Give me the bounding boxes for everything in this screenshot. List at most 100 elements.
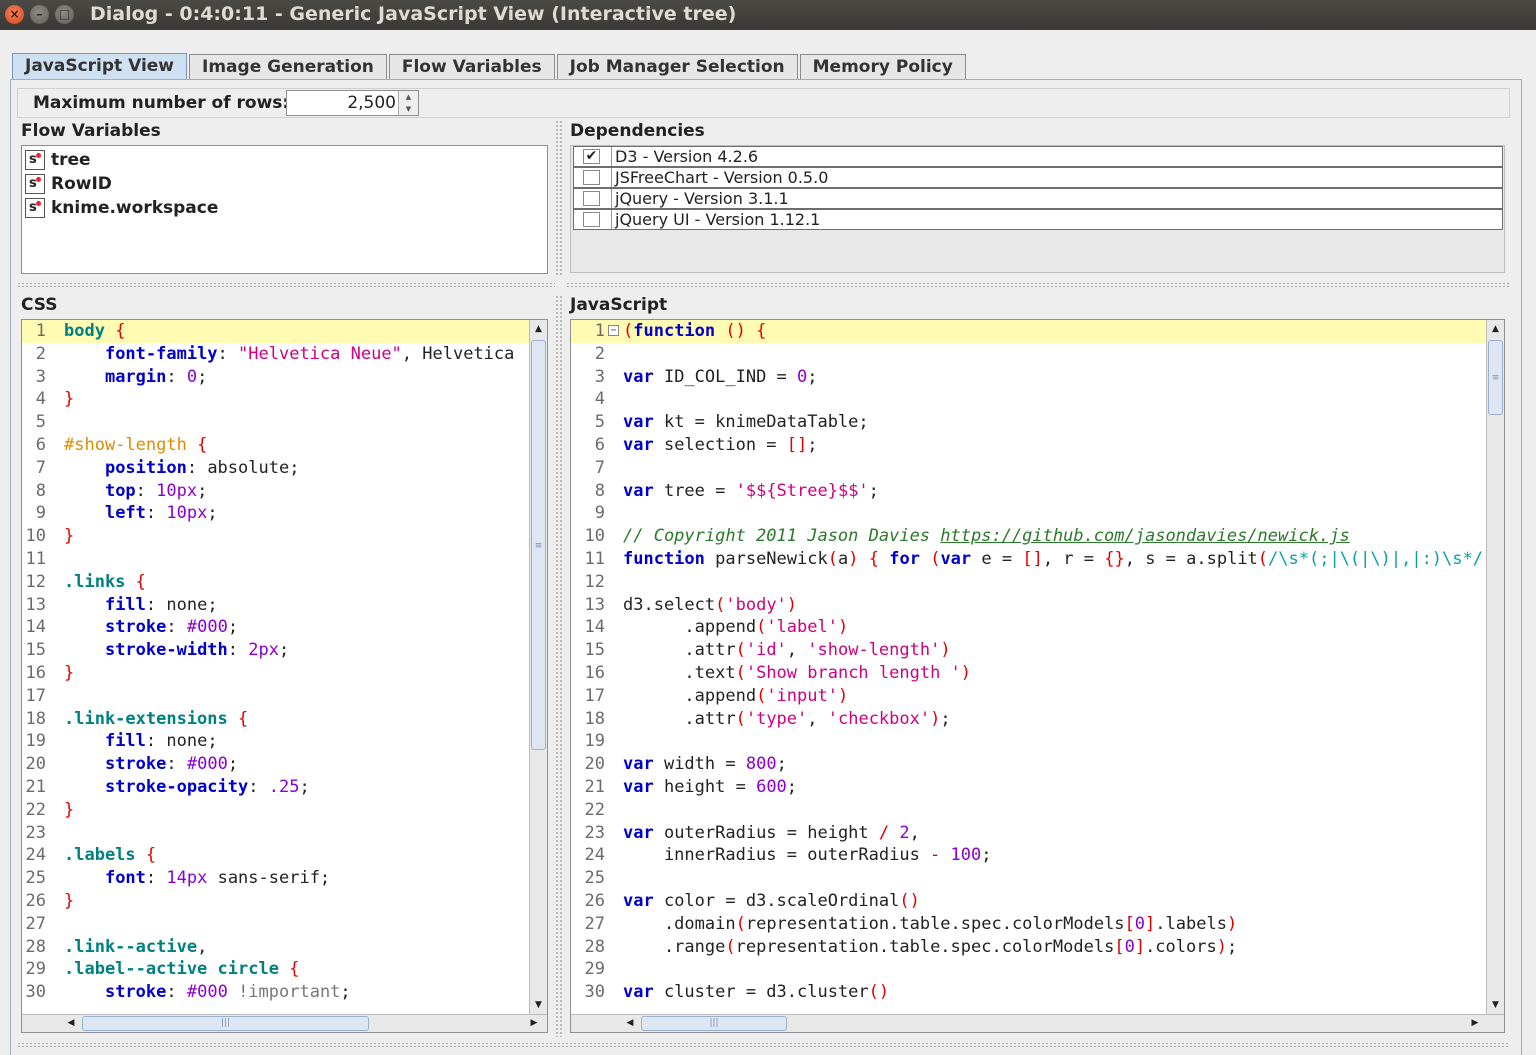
css-code-area[interactable]: 1 body {2 font-family: "Helvetica Neue", … <box>22 320 529 1014</box>
code-line[interactable]: 15 .attr('id', 'show-length') <box>571 639 1486 662</box>
code-line[interactable]: 18 .attr('type', 'checkbox'); <box>571 708 1486 731</box>
code-line[interactable]: 7 position: absolute; <box>22 457 529 480</box>
maximize-window-icon[interactable]: □ <box>55 5 74 24</box>
list-item[interactable]: s tree <box>22 148 547 172</box>
scroll-right-icon[interactable]: ▶ <box>1466 1015 1484 1032</box>
tab-image-generation[interactable]: Image Generation <box>189 54 387 80</box>
code-line[interactable]: 13 fill: none; <box>22 594 529 617</box>
code-line[interactable]: 8 var tree = '$${Stree}$$'; <box>571 480 1486 503</box>
code-line[interactable]: 16 .text('Show branch length ') <box>571 662 1486 685</box>
code-line[interactable]: 23 var outerRadius = height / 2, <box>571 822 1486 845</box>
vertical-splitter-bottom[interactable] <box>555 295 563 1037</box>
css-horizontal-scrollbar[interactable]: ◀ ||| ▶ <box>22 1014 547 1032</box>
code-line[interactable]: 26 var color = d3.scaleOrdinal() <box>571 890 1486 913</box>
tab-job-manager-selection[interactable]: Job Manager Selection <box>556 54 798 80</box>
minimize-window-icon[interactable]: – <box>30 5 49 24</box>
code-line[interactable]: 15 stroke-width: 2px; <box>22 639 529 662</box>
code-line[interactable]: 18 .link-extensions { <box>22 708 529 731</box>
code-line[interactable]: 20 var width = 800; <box>571 753 1486 776</box>
css-editor[interactable]: 1 body {2 font-family: "Helvetica Neue", … <box>21 319 548 1033</box>
max-rows-spinner[interactable]: 2,500 ▲ ▼ <box>286 90 419 116</box>
code-line[interactable]: 26} <box>22 890 529 913</box>
code-line[interactable]: 13 d3.select('body') <box>571 594 1486 617</box>
scroll-down-icon[interactable]: ▼ <box>530 996 547 1014</box>
code-line[interactable]: 9 left: 10px; <box>22 502 529 525</box>
code-line[interactable]: 27 .domain(representation.table.spec.col… <box>571 913 1486 936</box>
code-line[interactable]: 23 <box>22 822 529 845</box>
code-line[interactable]: 7 <box>571 457 1486 480</box>
code-line[interactable]: 9 <box>571 502 1486 525</box>
tab-javascript-view[interactable]: JavaScript View <box>12 53 188 80</box>
css-vertical-scrollbar[interactable]: ▲ ≡ ▼ <box>529 320 547 1014</box>
code-line[interactable]: 2 <box>571 343 1486 366</box>
code-line[interactable]: 14 stroke: #000; <box>22 616 529 639</box>
code-line[interactable]: 11 <box>22 548 529 571</box>
spinner-down-icon[interactable]: ▼ <box>399 103 418 115</box>
code-line[interactable]: 16} <box>22 662 529 685</box>
dependency-row-jsfreechart[interactable]: JSFreeChart - Version 0.5.0 <box>573 167 1503 188</box>
code-line[interactable]: 6 var selection = []; <box>571 434 1486 457</box>
scroll-left-icon[interactable]: ◀ <box>621 1015 639 1032</box>
code-line[interactable]: 30 stroke: #000 !important; <box>22 981 529 1004</box>
code-line[interactable]: 6 #show-length { <box>22 434 529 457</box>
code-line[interactable]: 8 top: 10px; <box>22 480 529 503</box>
horizontal-splitter-bottom[interactable] <box>17 1042 1510 1048</box>
code-line[interactable]: 28 .range(representation.table.spec.colo… <box>571 936 1486 959</box>
dependency-row-jquery-ui[interactable]: jQuery UI - Version 1.12.1 <box>573 209 1503 230</box>
scrollbar-thumb[interactable]: ||| <box>82 1016 369 1031</box>
list-item[interactable]: s knime.workspace <box>22 196 547 220</box>
code-line[interactable]: 14 .append('label') <box>571 616 1486 639</box>
javascript-code-area[interactable]: 1− (function () {2 3 var ID_COL_IND = 0; 4 5 v… <box>571 320 1486 1014</box>
horizontal-splitter-right[interactable] <box>566 282 1510 288</box>
code-line[interactable]: 3 var ID_COL_IND = 0; <box>571 366 1486 389</box>
code-line[interactable]: 21 var height = 600; <box>571 776 1486 799</box>
code-line[interactable]: 12 .links { <box>22 571 529 594</box>
dependency-checkbox[interactable] <box>583 212 600 227</box>
code-line[interactable]: 24 .labels { <box>22 844 529 867</box>
tab-memory-policy[interactable]: Memory Policy <box>799 54 966 80</box>
code-line[interactable]: 25 font: 14px sans-serif; <box>22 867 529 890</box>
code-line[interactable]: 22 <box>571 799 1486 822</box>
code-line[interactable]: 29 .label--active circle { <box>22 958 529 981</box>
code-line[interactable]: 25 <box>571 867 1486 890</box>
horizontal-splitter-left[interactable] <box>17 282 555 288</box>
code-line[interactable]: 1− (function () { <box>571 320 1486 343</box>
code-line[interactable]: 2 font-family: "Helvetica Neue", Helveti… <box>22 343 529 366</box>
scroll-left-icon[interactable]: ◀ <box>62 1015 80 1032</box>
code-line[interactable]: 27 <box>22 913 529 936</box>
spinner-up-icon[interactable]: ▲ <box>399 91 418 103</box>
code-line[interactable]: 20 stroke: #000; <box>22 753 529 776</box>
code-line[interactable]: 24 innerRadius = outerRadius - 100; <box>571 844 1486 867</box>
dependency-checkbox[interactable]: ✔ <box>583 149 600 164</box>
code-line[interactable]: 12 <box>571 571 1486 594</box>
code-line[interactable]: 4} <box>22 388 529 411</box>
list-item[interactable]: s RowID <box>22 172 547 196</box>
code-line[interactable]: 10} <box>22 525 529 548</box>
scroll-up-icon[interactable]: ▲ <box>1487 320 1504 338</box>
code-line[interactable]: 22} <box>22 799 529 822</box>
code-line[interactable]: 5 var kt = knimeDataTable; <box>571 411 1486 434</box>
fold-icon[interactable]: − <box>608 325 619 336</box>
code-line[interactable]: 28 .link--active, <box>22 936 529 959</box>
scrollbar-thumb[interactable]: ≡ <box>1488 340 1503 415</box>
code-line[interactable]: 10 // Copyright 2011 Jason Davies https:/… <box>571 525 1486 548</box>
scrollbar-thumb[interactable]: ≡ <box>531 340 546 750</box>
code-line[interactable]: 5 <box>22 411 529 434</box>
close-window-icon[interactable]: × <box>5 5 24 24</box>
code-line[interactable]: 17 .append('input') <box>571 685 1486 708</box>
javascript-editor[interactable]: 1− (function () {2 3 var ID_COL_IND = 0; 4 5 v… <box>570 319 1505 1033</box>
code-line[interactable]: 11 function parseNewick(a) { for (var e =… <box>571 548 1486 571</box>
dependency-checkbox[interactable] <box>583 191 600 206</box>
js-vertical-scrollbar[interactable]: ▲ ≡ ▼ <box>1486 320 1504 1014</box>
scrollbar-thumb[interactable]: ||| <box>641 1016 787 1031</box>
tab-flow-variables[interactable]: Flow Variables <box>388 54 555 80</box>
dependency-row-d3[interactable]: ✔ D3 - Version 4.2.6 <box>573 146 1503 167</box>
js-horizontal-scrollbar[interactable]: ◀ ||| ▶ <box>571 1014 1504 1032</box>
code-line[interactable]: 17 <box>22 685 529 708</box>
code-line[interactable]: 30 var cluster = d3.cluster() <box>571 981 1486 1004</box>
code-line[interactable]: 19 fill: none; <box>22 730 529 753</box>
code-line[interactable]: 4 <box>571 388 1486 411</box>
max-rows-value[interactable]: 2,500 <box>347 93 396 113</box>
scroll-right-icon[interactable]: ▶ <box>525 1015 543 1032</box>
scroll-down-icon[interactable]: ▼ <box>1487 996 1504 1014</box>
